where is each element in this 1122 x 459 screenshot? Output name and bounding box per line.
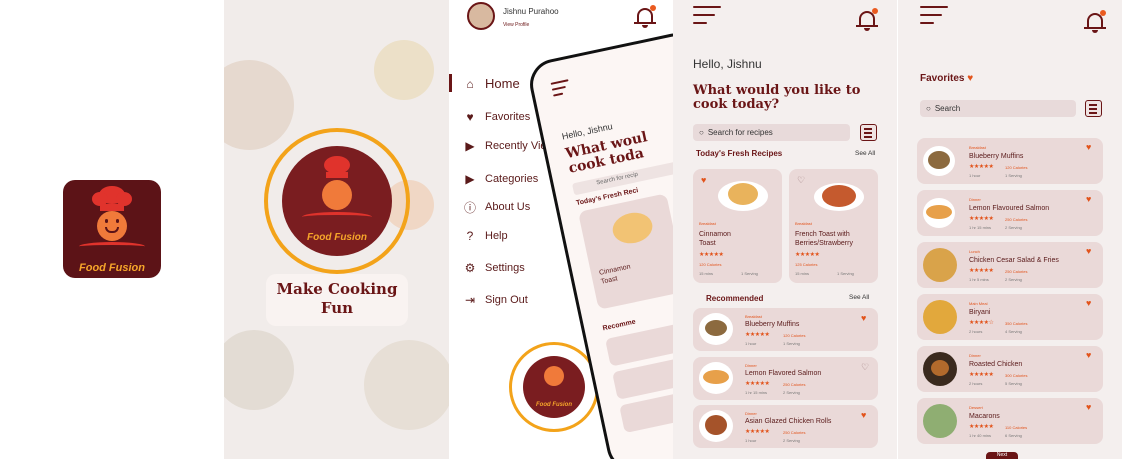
fresh-see-all-link[interactable]: See All xyxy=(855,150,875,157)
heart-icon[interactable]: ♥ xyxy=(1086,247,1091,256)
heart-icon: ♥ xyxy=(967,73,974,84)
chef-face-icon xyxy=(97,211,127,241)
search-input[interactable]: ○ Search for recipes xyxy=(693,124,850,141)
splash-tagline: Make Cooking Fun xyxy=(266,274,408,326)
heart-icon[interactable]: ♥ xyxy=(1086,299,1091,308)
book-icon xyxy=(302,212,372,222)
view-profile-link[interactable]: View Profile xyxy=(503,22,529,28)
menu-item-sign-out[interactable]: ⇥ Sign Out xyxy=(463,293,528,307)
favorite-card[interactable]: Breakfast Blueberry Muffins ★★★★★ 120 Ca… xyxy=(917,138,1103,184)
sign-out-icon: ⇥ xyxy=(464,293,476,307)
avatar[interactable] xyxy=(467,2,495,30)
heart-icon[interactable]: ♥ xyxy=(1086,143,1091,152)
bell-icon[interactable] xyxy=(856,8,878,32)
home-screen: Hello, Jishnu What would you like to coo… xyxy=(673,0,897,459)
menu-item-help[interactable]: ? Help xyxy=(463,229,508,243)
recommended-card[interactable]: Breakfast Blueberry Muffins ★★★★★ 120 Ca… xyxy=(693,308,878,351)
fresh-recipes-title: Today's Fresh Recipes xyxy=(696,149,783,158)
recipe-image xyxy=(728,183,758,205)
heart-icon[interactable]: ♥ xyxy=(1086,195,1091,204)
recommended-title: Recommended xyxy=(706,294,764,303)
recommended-card[interactable]: Dinner Lemon Flavored Salmon ★★★★★ 250 C… xyxy=(693,357,878,400)
gear-icon: ⚙ xyxy=(464,261,476,275)
app-icon-logo[interactable]: Food Fusion xyxy=(63,180,161,278)
splash-screen: Food Fusion Make Cooking Fun xyxy=(224,0,449,459)
chef-face-icon xyxy=(544,366,564,386)
menu-item-favorites[interactable]: ♥ Favorites xyxy=(463,110,530,124)
hamburger-icon[interactable] xyxy=(693,6,721,28)
app-icon-name: Food Fusion xyxy=(79,262,145,274)
chef-face-icon xyxy=(322,180,352,210)
splash-logo: Food Fusion xyxy=(282,146,392,256)
hamburger-icon xyxy=(550,77,583,104)
profile-name: Jishnu Purahoo xyxy=(503,7,559,16)
tagline-line1: Make Cooking xyxy=(276,280,398,298)
recipe-image xyxy=(705,415,727,435)
recipe-image xyxy=(923,404,957,438)
splash-logo-name: Food Fusion xyxy=(307,232,367,243)
menu-item-categories[interactable]: ▶ Categories xyxy=(463,172,538,186)
search-input[interactable]: ○ Search xyxy=(920,100,1076,117)
recommended-card[interactable]: Dinner Asian Glazed Chicken Rolls ★★★★★ … xyxy=(693,405,878,448)
play-icon: ▶ xyxy=(465,139,475,153)
heart-icon[interactable]: ♥ xyxy=(861,314,866,323)
info-icon: ⓘ xyxy=(463,200,476,215)
menu-item-home[interactable]: ⌂ Home xyxy=(463,76,519,91)
tagline-line2: Fun xyxy=(320,299,354,317)
favorites-screen: Favorites ♥ ○ Search Breakfast Blueberry … xyxy=(898,0,1122,459)
greeting: Hello, Jishnu xyxy=(693,57,762,71)
search-icon: ○ xyxy=(926,104,931,113)
heart-icon: ♥ xyxy=(466,110,474,124)
heart-outline-icon[interactable]: ♡ xyxy=(797,176,805,185)
rating-stars: ★★★★★ xyxy=(795,252,820,258)
favorite-card[interactable]: Main Meal Biryani ★★★★☆ 350 Calories 2 h… xyxy=(917,294,1103,340)
recipe-image xyxy=(923,300,957,334)
active-indicator xyxy=(449,74,452,92)
menu-logo: Food Fusion xyxy=(523,356,585,418)
filter-button[interactable] xyxy=(1085,100,1102,117)
filter-button[interactable] xyxy=(860,124,877,141)
favorite-card[interactable]: Dinner Lemon Flavoured Salmon ★★★★★ 250 … xyxy=(917,190,1103,236)
bell-icon[interactable] xyxy=(634,5,656,29)
rating-stars: ★★★★★ xyxy=(699,252,724,258)
help-icon: ? xyxy=(466,229,474,243)
heart-icon[interactable]: ♥ xyxy=(1086,403,1091,412)
favorites-title: Favorites ♥ xyxy=(920,73,974,84)
home-icon: ⌂ xyxy=(466,76,474,91)
heart-outline-icon[interactable]: ♡ xyxy=(861,363,869,372)
favorite-card[interactable]: Dessert Macarons ★★★★★ 110 Calories 1 hr… xyxy=(917,398,1103,444)
recipe-image xyxy=(923,248,957,282)
play-icon: ▶ xyxy=(465,172,475,186)
favorite-card[interactable]: Dinner Roasted Chicken ★★★★★ 300 Calorie… xyxy=(917,346,1103,392)
app-icon-panel: Food Fusion xyxy=(0,0,224,459)
hamburger-icon[interactable] xyxy=(920,6,948,28)
recipe-image xyxy=(928,151,950,169)
recipe-image xyxy=(703,370,729,384)
heart-icon[interactable]: ♥ xyxy=(1086,351,1091,360)
recipe-image xyxy=(705,320,727,336)
fresh-recipe-card[interactable]: ♥ Breakfast Cinnamon Toast ★★★★★ 120 Cal… xyxy=(693,169,782,283)
recipe-image xyxy=(926,205,952,219)
side-menu-screen: Jishnu Purahoo View Profile ⌂ Home ♥ Favor… xyxy=(449,0,673,459)
spice-bowl-decoration xyxy=(224,60,294,150)
heart-icon[interactable]: ♥ xyxy=(701,176,706,185)
recipe-image xyxy=(822,185,856,207)
recommended-see-all-link[interactable]: See All xyxy=(849,294,869,301)
headline: What would you like to cook today? xyxy=(693,83,861,112)
fresh-recipe-card[interactable]: ♡ Breakfast French Toast with Berries/St… xyxy=(789,169,878,283)
bell-icon[interactable] xyxy=(1084,10,1106,34)
heart-icon[interactable]: ♥ xyxy=(861,411,866,420)
menu-item-about-us[interactable]: ⓘ About Us xyxy=(463,200,530,215)
search-icon: ○ xyxy=(699,128,704,137)
favorite-card[interactable]: Lunch Chicken Cesar Salad & Fries ★★★★★ … xyxy=(917,242,1103,288)
book-icon xyxy=(79,242,145,251)
next-button[interactable]: Next xyxy=(986,452,1018,459)
menu-item-settings[interactable]: ⚙ Settings xyxy=(463,261,525,275)
